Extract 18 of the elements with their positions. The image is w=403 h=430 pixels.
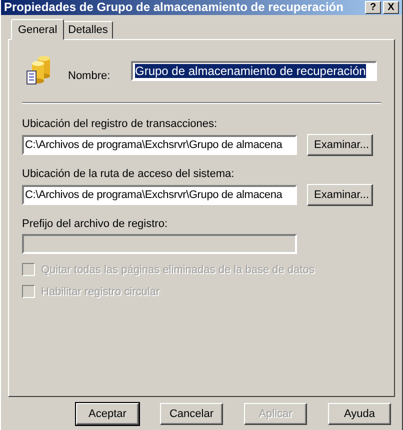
browse-button[interactable]: Examinar... — [307, 134, 373, 156]
name-label: Nombre: — [68, 70, 112, 82]
path-field[interactable]: C:\Archivos de programa\Exchsrvr\Grupo de almacena — [22, 135, 297, 155]
database-icon — [26, 56, 52, 86]
dialog-button[interactable]: Aceptar — [76, 403, 139, 425]
path-label: Ubicación del registro de transacciones: — [22, 118, 218, 130]
path-label: Ubicación de la ruta de acceso del sistema: — [22, 168, 236, 180]
dialog-button[interactable]: Ayuda — [328, 403, 391, 425]
name-field[interactable]: Grupo de almacenamiento de recuperación — [131, 61, 377, 81]
window-title: Propiedades de Grupo de almacenamiento de recuperación — [4, 1, 344, 14]
path-field[interactable]: C:\Archivos de programa\Exchsrvr\Grupo de almacena — [22, 185, 297, 205]
browse-button[interactable]: Examinar... — [307, 184, 373, 206]
prefix-label: Prefijo del archivo de registro: — [22, 218, 169, 230]
dialog-button[interactable]: Cancelar — [160, 403, 223, 425]
tab[interactable]: Detalles — [63, 21, 113, 39]
help-button[interactable]: ? — [365, 1, 381, 14]
close-button[interactable]: X — [383, 1, 399, 14]
tab[interactable]: General — [11, 19, 64, 40]
